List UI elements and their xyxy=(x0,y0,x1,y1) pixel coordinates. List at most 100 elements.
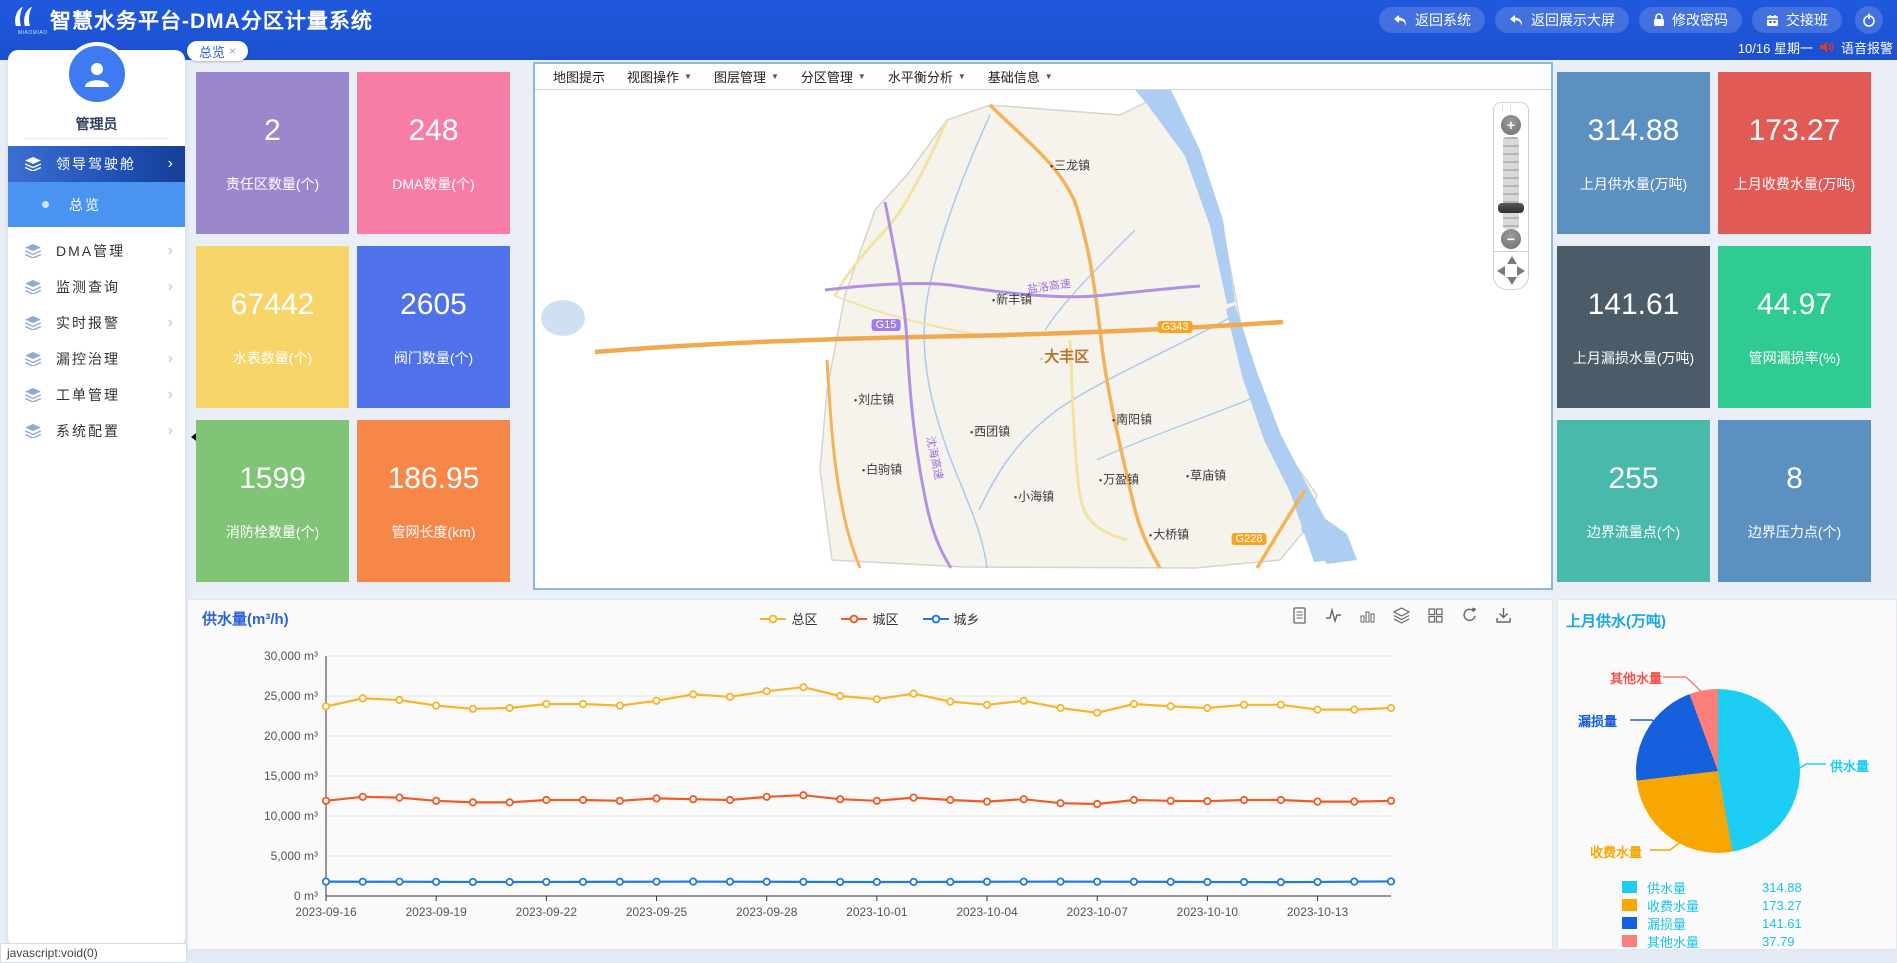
map-canvas[interactable]: •三龙镇•新丰镇◦大丰区•刘庄镇•南阳镇•西团镇•白驹镇•万盈镇•草庙镇•小海镇… xyxy=(535,90,1551,588)
sidebar-item-实时报警[interactable]: 实时报警› xyxy=(8,305,185,341)
pie-legend-row-收费水量[interactable]: 收费水量173.27 xyxy=(1622,896,1802,914)
pie-panel: 上月供水(万吨) 其他水量 漏损量 供水量 收费水量 供水量314.88收费水量… xyxy=(1557,599,1897,950)
line-chart-icon[interactable] xyxy=(1325,607,1342,624)
svg-text:0 m³: 0 m³ xyxy=(294,889,318,903)
data-view-icon[interactable] xyxy=(1291,607,1308,624)
legend-marker-icon xyxy=(923,614,949,624)
pan-right-icon[interactable] xyxy=(1517,266,1525,276)
chevron-down-icon: ▼ xyxy=(771,72,779,81)
pie-legend-row-漏损量[interactable]: 漏损量141.61 xyxy=(1622,914,1802,932)
legend-item-总区[interactable]: 总区 xyxy=(760,609,817,628)
stat-label: DMA数量(个) xyxy=(357,174,510,194)
stat-card-上月收费水量(万吨)[interactable]: 173.27上月收费水量(万吨) xyxy=(1718,72,1871,234)
voice-alarm-label[interactable]: 语音报警 xyxy=(1841,38,1893,57)
speaker-icon[interactable] xyxy=(1819,40,1835,54)
chevron-right-icon: › xyxy=(168,155,175,173)
sidebar-item-工单管理[interactable]: 工单管理› xyxy=(8,377,185,413)
stat-card-阀门数量(个)[interactable]: 2605阀门数量(个) xyxy=(357,246,510,408)
sidebar-item-系统配置[interactable]: 系统配置› xyxy=(8,413,185,449)
bar-chart-icon[interactable] xyxy=(1359,607,1376,624)
stat-card-上月供水量(万吨)[interactable]: 314.88上月供水量(万吨) xyxy=(1557,72,1710,234)
zoom-widget-grip[interactable]: ⋮⋮ xyxy=(1499,107,1515,110)
pan-down-icon[interactable] xyxy=(1507,277,1517,285)
sidebar-item-DMA管理[interactable]: DMA管理› xyxy=(8,233,185,269)
svg-text:30,000 m³: 30,000 m³ xyxy=(264,649,318,663)
stat-card-责任区数量(个)[interactable]: 2责任区数量(个) xyxy=(196,72,349,234)
legend-chip xyxy=(1622,917,1637,929)
map-menu-基础信息[interactable]: 基础信息▼ xyxy=(988,67,1053,86)
zoom-in-button[interactable]: + xyxy=(1501,115,1521,135)
stat-card-水表数量(个)[interactable]: 67442水表数量(个) xyxy=(196,246,349,408)
lock-icon xyxy=(1653,13,1665,27)
stack-icon[interactable] xyxy=(1393,607,1410,624)
pie-chart[interactable] xyxy=(1636,689,1800,853)
header-button-返回系统[interactable]: 返回系统 xyxy=(1379,7,1485,33)
map-menu-水平衡分析[interactable]: 水平衡分析▼ xyxy=(888,67,966,86)
map-graphic xyxy=(535,90,1551,588)
stat-card-DMA数量(个)[interactable]: 248DMA数量(个) xyxy=(357,72,510,234)
line-chart[interactable]: 0 m³5,000 m³10,000 m³15,000 m³20,000 m³2… xyxy=(188,634,1552,949)
stat-card-边界流量点(个)[interactable]: 255边界流量点(个) xyxy=(1557,420,1710,582)
layers-icon xyxy=(24,316,56,330)
header-button-返回展示大屏[interactable]: 返回展示大屏 xyxy=(1495,7,1629,33)
tab-overview[interactable]: 总览 × xyxy=(187,41,248,61)
horizontal-scrollbar[interactable] xyxy=(187,950,1897,963)
svg-text:2023-10-01: 2023-10-01 xyxy=(846,905,908,919)
stat-card-边界压力点(个)[interactable]: 8边界压力点(个) xyxy=(1718,420,1871,582)
stat-card-管网长度(km)[interactable]: 186.95管网长度(km) xyxy=(357,420,510,582)
stat-value: 255 xyxy=(1557,462,1710,496)
legend-item-城乡[interactable]: 城乡 xyxy=(923,609,980,628)
map-menu-视图操作[interactable]: 视图操作▼ xyxy=(627,67,692,86)
sidebar-item-漏控治理[interactable]: 漏控治理› xyxy=(8,341,185,377)
zoom-slider-handle[interactable] xyxy=(1498,203,1524,213)
tab-close-icon[interactable]: × xyxy=(229,44,236,58)
svg-text:2023-09-19: 2023-09-19 xyxy=(405,905,467,919)
stat-value: 314.88 xyxy=(1557,114,1710,148)
map-zoom-widget: ⋮⋮ + − xyxy=(1493,102,1529,290)
pan-up-icon[interactable] xyxy=(1507,256,1517,264)
zoom-out-button[interactable]: − xyxy=(1501,229,1521,249)
top-header: MIAOMIAO 智慧水务平台-DMA分区计量系统 返回系统返回展示大屏修改密码… xyxy=(0,0,1897,60)
svg-text:2023-09-16: 2023-09-16 xyxy=(295,905,357,919)
map-town-西团镇: •西团镇 xyxy=(970,423,1010,440)
stat-label: 管网漏损率(%) xyxy=(1718,348,1871,368)
svg-text:2023-09-25: 2023-09-25 xyxy=(626,905,688,919)
legend-chip xyxy=(1622,935,1637,947)
download-icon[interactable] xyxy=(1495,607,1512,624)
map-menu-地图提示[interactable]: 地图提示 xyxy=(553,67,605,86)
map-town-草庙镇: •草庙镇 xyxy=(1186,467,1226,484)
svg-text:15,000 m³: 15,000 m³ xyxy=(264,769,318,783)
map-menu-分区管理[interactable]: 分区管理▼ xyxy=(801,67,866,86)
sidebar-item-监测查询[interactable]: 监测查询› xyxy=(8,269,185,305)
layers-icon xyxy=(24,244,56,258)
layers-icon xyxy=(24,352,56,366)
stat-card-消防栓数量(个)[interactable]: 1599消防栓数量(个) xyxy=(196,420,349,582)
header-button-修改密码[interactable]: 修改密码 xyxy=(1639,7,1742,33)
header-button-交接班[interactable]: 交接班 xyxy=(1752,7,1842,33)
svg-text:5,000 m³: 5,000 m³ xyxy=(271,849,318,863)
stat-card-上月漏损水量(万吨)[interactable]: 141.61上月漏损水量(万吨) xyxy=(1557,246,1710,408)
chevron-right-icon: › xyxy=(168,242,175,260)
pie-callout-supply: 供水量 xyxy=(1830,756,1869,775)
stat-card-管网漏损率(%)[interactable]: 44.97管网漏损率(%) xyxy=(1718,246,1871,408)
restore-icon[interactable] xyxy=(1461,607,1478,624)
avatar[interactable] xyxy=(65,42,129,106)
tiled-icon[interactable] xyxy=(1427,607,1444,624)
map-menu-图层管理[interactable]: 图层管理▼ xyxy=(714,67,779,86)
legend-item-城区[interactable]: 城区 xyxy=(841,609,898,628)
legend-marker-icon xyxy=(841,614,867,624)
power-button[interactable] xyxy=(1855,6,1883,34)
stat-value: 2 xyxy=(196,114,349,148)
sidebar-subitem-总览[interactable]: 总览 xyxy=(8,182,185,227)
chevron-right-icon: › xyxy=(168,278,175,296)
map-pan-pad xyxy=(1493,252,1529,290)
pie-legend-row-其他水量[interactable]: 其他水量37.79 xyxy=(1622,932,1802,950)
zoom-slider-track[interactable] xyxy=(1503,137,1519,229)
pie-legend-row-供水量[interactable]: 供水量314.88 xyxy=(1622,878,1802,896)
pan-left-icon[interactable] xyxy=(1497,266,1505,276)
sidebar-item-领导驾驶舱[interactable]: 领导驾驶舱› xyxy=(8,146,185,182)
map-town-大丰区: ◦大丰区 xyxy=(1040,346,1089,367)
layers-icon xyxy=(24,157,56,171)
legend-chip xyxy=(1622,881,1637,893)
chevron-right-icon: › xyxy=(168,422,175,440)
